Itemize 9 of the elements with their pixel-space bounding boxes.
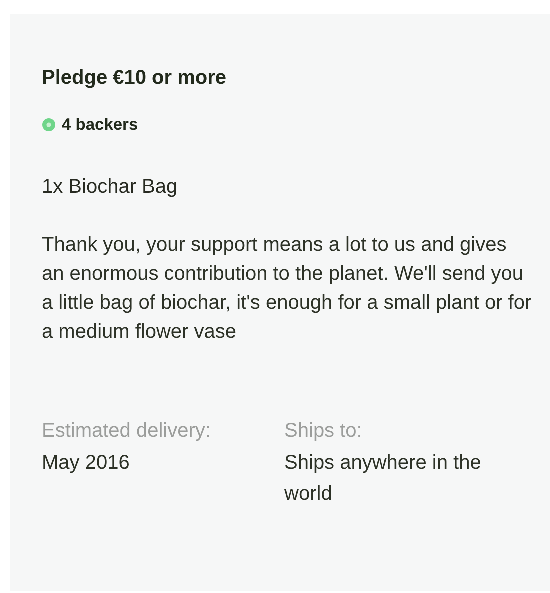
reward-description: Thank you, your support means a lot to us and gives an enormous contribution to the planet. We'll send you a little bag of biochar, it's enough for a small plant or for a medium flower vase (42, 232, 532, 345)
detail-value: Ships anywhere in the world (284, 450, 482, 507)
detail-label: Estimated delivery: (42, 418, 212, 444)
reward-item: 1x Biochar Bag (42, 174, 179, 199)
detail-label: Ships to: (284, 418, 364, 444)
backers-count: 4 backers (62, 115, 138, 136)
reward-title: Pledge €10 or more (42, 66, 228, 90)
backer-icon (42, 118, 56, 132)
detail-value: May 2016 (42, 450, 131, 476)
